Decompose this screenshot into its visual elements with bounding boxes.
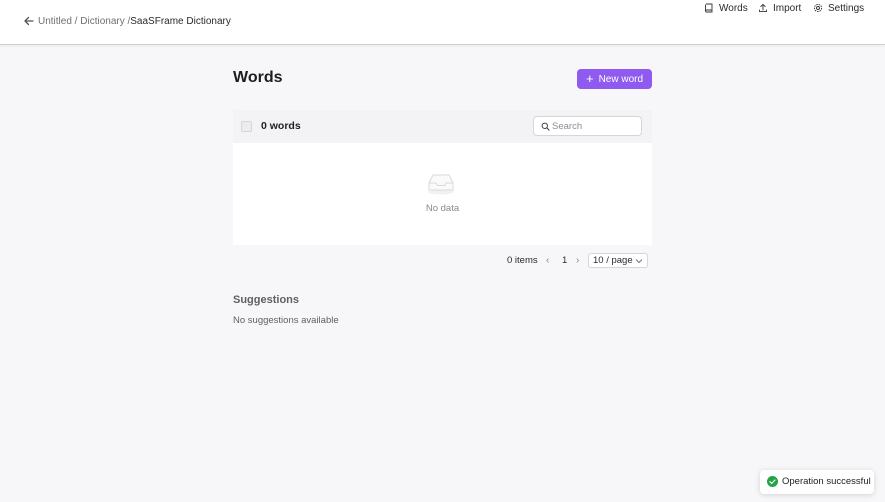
search-icon	[541, 122, 550, 131]
nav-item-words[interactable]: Words	[704, 0, 748, 16]
new-word-button-label: New word	[598, 73, 644, 85]
check-circle-icon	[767, 476, 778, 487]
page-size-select[interactable]: 10 / page	[588, 253, 648, 268]
suggestions-empty-text: No suggestions available	[233, 315, 339, 326]
chevron-right-icon[interactable]: ›	[576, 255, 579, 266]
pagination-page[interactable]: 1	[562, 255, 567, 266]
upload-icon	[759, 3, 767, 13]
gear-icon	[813, 3, 823, 13]
new-word-button[interactable]: + New word	[577, 69, 652, 89]
empty-state-text: No data	[425, 203, 460, 214]
nav-item-label: Settings	[828, 2, 865, 14]
suggestions-heading: Suggestions	[233, 294, 300, 306]
top-bar: Untitled / Dictionary /SaaSFrame Diction…	[0, 0, 885, 45]
table-body: No data	[233, 143, 652, 245]
success-toast: Operation successful	[760, 470, 874, 494]
nav-item-label: Import	[773, 2, 802, 14]
select-all-checkbox[interactable]	[241, 121, 252, 132]
chevron-down-icon	[635, 259, 643, 264]
empty-inbox-icon	[428, 174, 454, 195]
plus-icon: +	[585, 71, 594, 86]
search-input[interactable]	[552, 119, 638, 134]
breadcrumb-item-untitled[interactable]: Untitled /	[38, 16, 77, 27]
nav-item-label: Words	[719, 2, 748, 14]
pagination-total: 0 items	[507, 255, 538, 266]
word-count: 0 words	[261, 120, 301, 132]
nav-item-settings[interactable]: Settings	[813, 0, 864, 16]
book-icon	[705, 3, 713, 13]
toast-message: Operation successful	[782, 476, 871, 487]
breadcrumb-item-dictionary[interactable]: Dictionary /	[80, 16, 130, 27]
table-header: 0 words	[233, 110, 652, 143]
page-size-value: 10 / page	[593, 255, 633, 266]
page-title: Words	[233, 69, 283, 86]
breadcrumb: Untitled / Dictionary /SaaSFrame Diction…	[38, 16, 231, 27]
breadcrumb-item-current: SaaSFrame Dictionary	[130, 16, 231, 27]
back-arrow-icon[interactable]	[22, 14, 36, 28]
nav-item-import[interactable]: Import	[758, 0, 801, 16]
search-field[interactable]	[533, 116, 642, 136]
chevron-left-icon[interactable]: ‹	[546, 255, 549, 266]
